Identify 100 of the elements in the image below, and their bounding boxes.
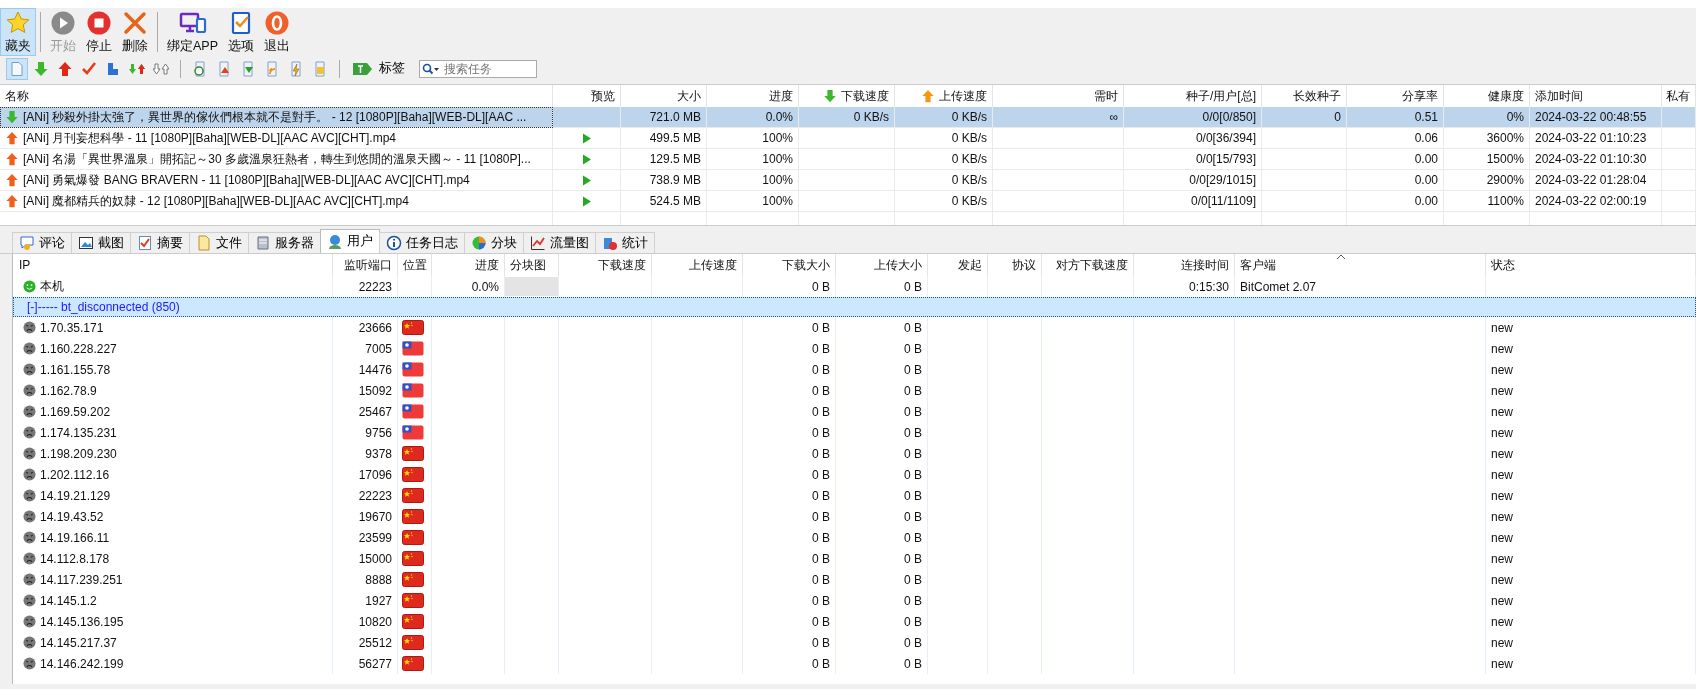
- table-cell: 0.0%: [765, 110, 793, 124]
- table-cell: new: [1491, 530, 1513, 545]
- table-cell: 129.5 MB: [649, 152, 701, 166]
- flag-icon: [402, 383, 424, 398]
- search-field[interactable]: 搜索任务: [419, 59, 537, 78]
- blocks-icon: [105, 60, 121, 77]
- tab[interactable]: 服务器: [248, 232, 321, 253]
- column-header[interactable]: 长效种子: [1293, 87, 1341, 105]
- table-cell: 499.5 MB: [649, 131, 701, 145]
- table-cell: 2024-03-22 01:10:23: [1535, 131, 1647, 145]
- table-cell: new: [1491, 467, 1513, 482]
- column-header[interactable]: 私有: [1666, 87, 1690, 105]
- play-icon[interactable]: [581, 132, 592, 144]
- column-header[interactable]: 种子/用户[总]: [1186, 87, 1256, 105]
- file-icon: [196, 235, 212, 251]
- table-cell: new: [1491, 509, 1513, 524]
- sad-face-icon: [23, 552, 36, 565]
- filter-button[interactable]: [6, 57, 28, 80]
- task-row[interactable]: [ANi] 名湯「異世界溫泉」開拓記～30 多歲溫泉狂熱者，轉生到悠閒的溫泉天國～ - 11 [1080P]... 129.5 MB 100% 0 KB/s 0/0[15/793] 0.00 1500% 2024-03-22 01:10:30: [0, 149, 1696, 170]
- table-cell: 25512: [358, 635, 392, 650]
- tab[interactable]: 摘要: [130, 232, 190, 253]
- tab[interactable]: 流量图: [523, 232, 596, 253]
- column-header[interactable]: 上传大小: [874, 256, 922, 274]
- column-header[interactable]: 状态: [1491, 256, 1515, 274]
- toolbar-button[interactable]: 藏夹: [0, 8, 36, 56]
- tab[interactable]: 任务日志: [379, 232, 465, 253]
- tab[interactable]: 文件: [189, 232, 249, 253]
- flag-icon: [402, 341, 424, 356]
- task-row[interactable]: [ANi] 秒殺外掛太強了，異世界的傢伙們根本就不是對手。 - 12 [1080P][Baha][WEB-DL][AAC ... 721.0 MB 0.0% 0 KB/s 0 KB/s ∞ 0/0[0/850] 0 0.51 0% 2024-03-22 00:48:55: [0, 107, 1696, 128]
- table-cell: 0 B: [812, 425, 830, 440]
- ip-address: 14.19.43.52: [40, 509, 104, 524]
- column-header[interactable]: IP: [19, 258, 31, 272]
- column-header[interactable]: 上传速度: [689, 256, 737, 274]
- table-cell: new: [1491, 341, 1513, 356]
- table-cell: 22223: [358, 279, 392, 294]
- column-header[interactable]: 健康度: [1488, 87, 1524, 105]
- table-cell: 0:15:30: [1188, 279, 1229, 294]
- table-cell: 9756: [365, 425, 392, 440]
- column-header[interactable]: 监听端口: [344, 256, 392, 274]
- sad-face-icon: [23, 615, 36, 628]
- comment-icon: [19, 235, 35, 251]
- tag-button[interactable]: 标签: [348, 60, 409, 77]
- column-header[interactable]: 需时: [1094, 87, 1118, 105]
- column-header[interactable]: 发起: [958, 256, 982, 274]
- task-row[interactable]: [ANi] 魔都精兵的奴隸 - 12 [1080P][Baha][WEB-DL][AAC AVC][CHT].mp4 524.5 MB 100% 0 KB/s 0/0[11/1109] 0.00 1100% 2024-03-22 02:00:19: [0, 191, 1696, 212]
- table-cell: 9378: [365, 446, 392, 461]
- tab[interactable]: 用户: [320, 229, 380, 253]
- column-header[interactable]: 协议: [1012, 256, 1036, 274]
- line-chart-icon: [530, 235, 546, 251]
- table-cell: new: [1491, 425, 1513, 440]
- table-cell: 22223: [358, 488, 392, 503]
- column-header[interactable]: 大小: [677, 87, 701, 105]
- table-cell: 1500%: [1486, 152, 1524, 166]
- table-cell: 0 B: [812, 614, 830, 629]
- table-cell: 0 B: [812, 404, 830, 419]
- task-row[interactable]: [ANi] 勇氣爆發 BANG BRAVERN - 11 [1080P][Baha][WEB-DL][AAC AVC][CHT].mp4 738.9 MB 100% 0 KB/s 0/0[29/1015] 0.00 2900% 2024-03-22 01:28:04: [0, 170, 1696, 191]
- column-header[interactable]: 客户端: [1240, 256, 1276, 274]
- column-header[interactable]: 进度: [769, 87, 793, 105]
- table-cell: 0 B: [812, 509, 830, 524]
- table-cell: 0 B: [904, 425, 922, 440]
- arrow-up-icon: [5, 194, 19, 208]
- column-header[interactable]: 预览: [591, 87, 615, 105]
- play-icon[interactable]: [581, 153, 592, 165]
- play-icon[interactable]: [581, 195, 592, 207]
- table-cell: 721.0 MB: [649, 110, 701, 124]
- toolbar-button[interactable]: 绑定APP: [162, 8, 223, 56]
- column-header[interactable]: 添加时间: [1535, 87, 1583, 105]
- column-header[interactable]: 连接时间: [1181, 256, 1229, 274]
- tab[interactable]: 评论: [12, 232, 72, 253]
- sad-face-icon: [23, 531, 36, 544]
- column-header[interactable]: 对方下载速度: [1056, 256, 1128, 274]
- table-cell: 0 B: [904, 572, 922, 587]
- tab[interactable]: 统计: [595, 232, 655, 253]
- column-header[interactable]: 下载速度: [598, 256, 646, 274]
- table-cell: 0 B: [812, 488, 830, 503]
- table-cell: 56277: [358, 656, 392, 671]
- sad-face-icon: [23, 636, 36, 649]
- column-header[interactable]: 名称: [5, 87, 29, 105]
- tab[interactable]: 分块: [464, 232, 524, 253]
- play-icon[interactable]: [581, 174, 592, 186]
- sad-face-icon: [23, 657, 36, 670]
- toolbar-button[interactable]: 选项: [223, 8, 259, 56]
- column-header[interactable]: 分享率: [1402, 87, 1438, 105]
- document-icon: [216, 60, 232, 77]
- ip-address: 14.19.21.129: [40, 488, 111, 503]
- flag-icon: [402, 614, 424, 629]
- column-header[interactable]: 分块图: [510, 256, 546, 274]
- table-cell: 1100%: [1487, 194, 1524, 208]
- table-cell: new: [1491, 383, 1513, 398]
- toolbar-button[interactable]: 停止: [81, 8, 117, 56]
- task-row[interactable]: [ANi] 月刊妄想科學 - 11 [1080P][Baha][WEB-DL][AAC AVC][CHT].mp4 499.5 MB 100% 0 KB/s 0/0[36/394] 0.06 3600% 2024-03-22 01:10:23: [0, 128, 1696, 149]
- column-header[interactable]: 下载大小: [782, 256, 830, 274]
- toolbar-button[interactable]: 退出: [259, 8, 295, 56]
- column-header[interactable]: 下载速度: [841, 87, 889, 105]
- column-header[interactable]: 上传速度: [939, 87, 987, 105]
- column-header[interactable]: 进度: [475, 256, 499, 274]
- column-header[interactable]: 位置: [403, 256, 427, 274]
- checklist-icon: [137, 235, 153, 251]
- toolbar-button[interactable]: 删除: [117, 8, 153, 56]
- group-toggle[interactable]: [-]----- bt_disconnected (850): [13, 300, 180, 314]
